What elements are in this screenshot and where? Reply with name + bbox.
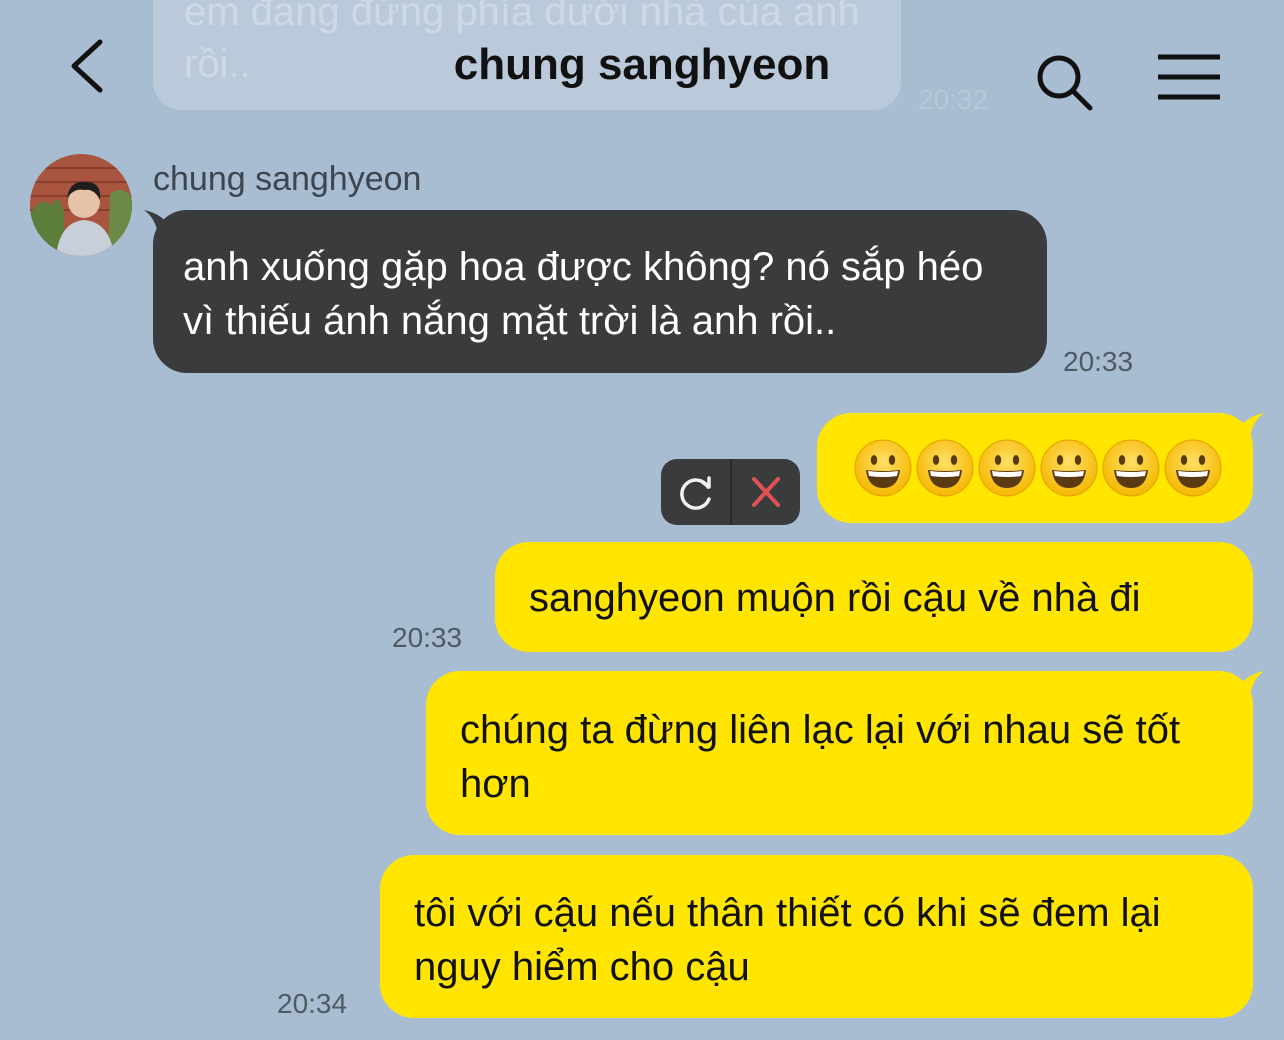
- close-icon[interactable]: [732, 459, 800, 525]
- outgoing-message-bubble[interactable]: chúng ta đừng liên lạc lại với nhau sẽ t…: [426, 671, 1253, 835]
- emoji-row: [817, 413, 1253, 523]
- outgoing-message-text: tôi với cậu nếu thân thiết có khi sẽ đem…: [414, 891, 1161, 989]
- grinning-face-emoji: [1102, 439, 1160, 497]
- outgoing-message-bubble[interactable]: sanghyeon muộn rồi cậu về nhà đi: [495, 542, 1253, 652]
- chevron-left-icon[interactable]: [64, 36, 124, 96]
- outgoing-message-text: chúng ta đừng liên lạc lại với nhau sẽ t…: [460, 708, 1181, 806]
- avatar[interactable]: [30, 154, 132, 256]
- incoming-message-text: anh xuống gặp hoa được không? nó sắp héo…: [183, 245, 984, 343]
- outgoing-message-time: 20:33: [392, 622, 463, 653]
- grinning-face-emoji: [854, 439, 912, 497]
- failed-message-actions: [661, 459, 800, 525]
- grinning-face-emoji: [916, 439, 974, 497]
- incoming-message-time: 20:33: [1063, 346, 1134, 377]
- emoji-message-bubble[interactable]: [817, 413, 1253, 523]
- refresh-icon[interactable]: [661, 459, 730, 525]
- search-icon[interactable]: [1032, 50, 1096, 114]
- sender-name: chung sanghyeon: [153, 160, 422, 198]
- incoming-bubble-tail: [144, 210, 174, 240]
- outgoing-bubble-tail: [1234, 671, 1264, 701]
- outgoing-bubble-tail: [1234, 413, 1264, 443]
- outgoing-message-time: 20:34: [277, 988, 348, 1019]
- outgoing-message-bubble[interactable]: tôi với cậu nếu thân thiết có khi sẽ đem…: [380, 855, 1253, 1018]
- menu-icon[interactable]: [1156, 52, 1222, 104]
- grinning-face-emoji: [1164, 439, 1222, 497]
- grinning-face-emoji: [1040, 439, 1098, 497]
- grinning-face-emoji: [978, 439, 1036, 497]
- outgoing-message-text: sanghyeon muộn rồi cậu về nhà đi: [529, 576, 1141, 620]
- incoming-message-bubble[interactable]: anh xuống gặp hoa được không? nó sắp héo…: [153, 210, 1047, 373]
